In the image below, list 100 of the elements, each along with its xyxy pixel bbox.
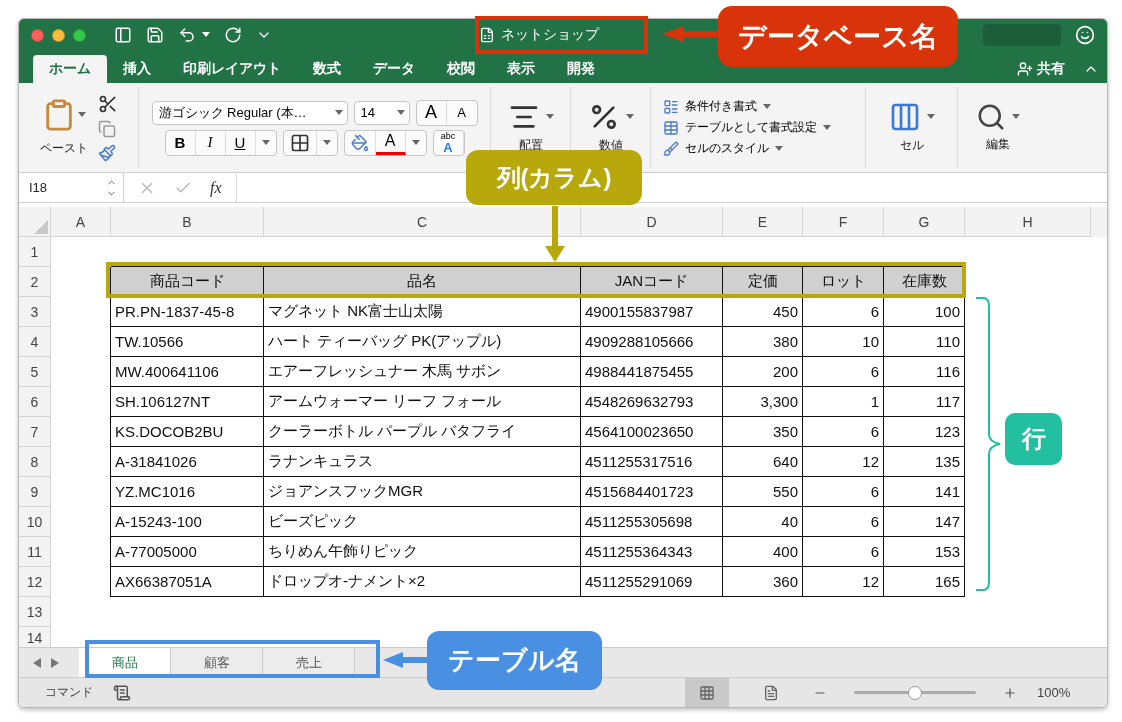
conditional-format-icon[interactable] (663, 98, 679, 115)
grow-font-button[interactable]: A (416, 100, 447, 125)
redo-icon[interactable] (224, 26, 242, 44)
row-number[interactable]: 3 (19, 297, 51, 327)
search-icon[interactable] (976, 102, 1006, 132)
maximize-button[interactable] (73, 28, 86, 42)
caret-icon[interactable] (322, 139, 331, 146)
ribbon-tab[interactable]: 表示 (491, 55, 551, 83)
bold-button[interactable]: B (165, 130, 196, 155)
ribbon-tab[interactable]: 印刷レイアウト (167, 55, 297, 83)
caret-icon[interactable] (202, 32, 210, 38)
column-letter[interactable]: E (757, 213, 768, 230)
ribbon-tab[interactable]: 挿入 (107, 55, 167, 83)
caret-icon[interactable] (396, 109, 405, 116)
column-letter[interactable]: F (838, 213, 848, 230)
table-cell: 4515684401723 (581, 477, 723, 507)
caret-icon[interactable] (625, 114, 634, 120)
shrink-font-button[interactable]: A (446, 100, 477, 125)
row-number[interactable]: 9 (19, 477, 51, 507)
caret-icon[interactable] (261, 139, 270, 146)
row-number[interactable]: 5 (19, 357, 51, 387)
table-cell: ジョアンスフックMGR (264, 477, 581, 507)
ribbon-menu-item[interactable]: 条件付き書式 (685, 98, 757, 115)
slider-thumb[interactable] (908, 685, 922, 700)
italic-button[interactable]: I (195, 130, 226, 155)
column-letter[interactable]: C (416, 213, 428, 230)
undo-icon[interactable] (178, 26, 196, 44)
table-cell: 116 (884, 357, 965, 387)
share-button[interactable]: 共有 (1017, 55, 1107, 83)
save-icon[interactable] (146, 26, 164, 44)
row-number[interactable]: 11 (19, 537, 51, 567)
row-number[interactable]: 6 (19, 387, 51, 417)
row-number[interactable]: 14 (19, 627, 51, 647)
sidebar-panel-icon[interactable] (114, 26, 132, 44)
smiley-icon[interactable] (1075, 25, 1095, 45)
fill-bucket-icon[interactable] (350, 133, 369, 152)
row-number[interactable]: 10 (19, 507, 51, 537)
column-heading: 品名 (264, 267, 581, 297)
function-label[interactable]: fx (210, 178, 222, 197)
caret-icon[interactable] (763, 103, 771, 110)
ribbon-menu-item[interactable]: セルのスタイル (685, 140, 769, 157)
underline-button[interactable]: U (225, 130, 256, 155)
column-letter[interactable]: A (75, 213, 86, 230)
row-number[interactable]: 1 (19, 237, 51, 267)
column-letter[interactable]: G (918, 213, 930, 230)
paste-label[interactable]: ペースト (39, 140, 88, 157)
table-cell: 640 (723, 447, 803, 477)
macro-record-icon[interactable] (113, 683, 131, 702)
add-person-icon[interactable] (1017, 61, 1033, 77)
ribbon-tab[interactable]: 校閲 (431, 55, 491, 83)
row-number[interactable]: 7 (19, 417, 51, 447)
column-letter[interactable]: H (1022, 213, 1033, 230)
ribbon-menu-item[interactable]: テーブルとして書式設定 (685, 119, 817, 136)
ribbon-tab[interactable]: 数式 (297, 55, 357, 83)
table-cell: 360 (723, 567, 803, 597)
caret-icon[interactable] (775, 145, 783, 152)
editing-label[interactable]: 編集 (986, 136, 1010, 153)
phonetic-button[interactable]: abc A (433, 130, 464, 155)
table-cell: 200 (723, 357, 803, 387)
table-cell: 110 (884, 327, 965, 357)
cells-label[interactable]: セル (899, 137, 924, 154)
caret-icon[interactable] (926, 114, 935, 120)
cell-style-icon[interactable] (663, 140, 679, 157)
table-cell: 135 (884, 447, 965, 477)
font-name-field[interactable]: 游ゴシック Regular (本… (151, 100, 348, 125)
caret-icon[interactable] (823, 124, 831, 131)
copy-icon[interactable] (97, 119, 116, 138)
paintbrush-icon[interactable] (97, 143, 116, 162)
column-letter[interactable]: B (182, 213, 192, 230)
font-size-field[interactable]: 14 (353, 100, 410, 125)
previous-sheet-icon[interactable] (33, 657, 41, 668)
table-cell: 12 (803, 447, 884, 477)
table-cell: 123 (884, 417, 965, 447)
table-cell: 4900155837987 (581, 297, 723, 327)
minimize-button[interactable] (52, 28, 65, 42)
table-cell: 6 (803, 357, 884, 387)
next-sheet-icon[interactable] (51, 657, 59, 668)
row-number[interactable]: 13 (19, 597, 51, 627)
row-number[interactable]: 8 (19, 447, 51, 477)
scissors-icon[interactable] (97, 93, 118, 114)
caret-icon[interactable] (1012, 114, 1020, 120)
table-format-icon[interactable] (663, 119, 679, 136)
ribbon-tab[interactable]: データ (357, 55, 431, 83)
table-cell: 12 (803, 567, 884, 597)
row-number[interactable]: 2 (19, 267, 51, 297)
table-cell: エアーフレッシュナー 木馬 サボン (264, 357, 581, 387)
table-cell: ちりめん午飾りピック (264, 537, 581, 567)
borders-icon[interactable] (289, 132, 310, 153)
caret-icon[interactable] (411, 139, 420, 146)
ribbon-tab[interactable]: 開発 (551, 55, 611, 83)
normal-view-button[interactable] (685, 677, 729, 707)
table-cell: 350 (723, 417, 803, 447)
caret-icon[interactable] (77, 112, 86, 118)
row-number[interactable]: 12 (19, 567, 51, 597)
ribbon-tab[interactable]: ホーム (33, 55, 107, 83)
row-number[interactable]: 4 (19, 327, 51, 357)
column-letter[interactable]: D (646, 213, 657, 230)
caret-icon[interactable] (334, 109, 343, 116)
mode-label: コマンド (45, 684, 93, 701)
caret-icon[interactable] (545, 114, 554, 120)
